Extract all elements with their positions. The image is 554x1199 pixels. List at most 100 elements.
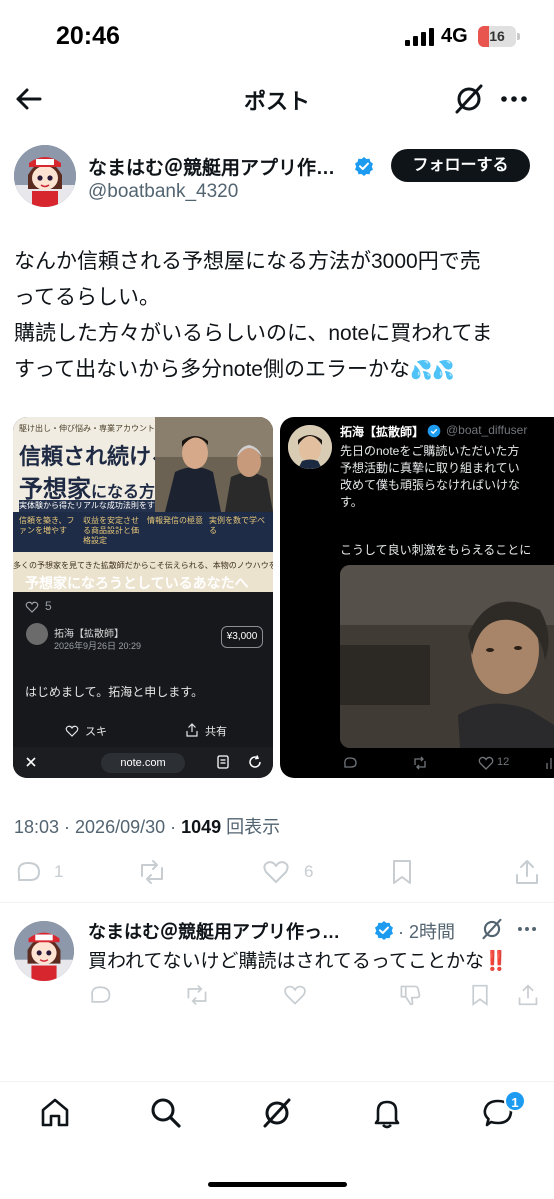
note-title: 予想家になろうとしているあなたへ: [25, 575, 249, 591]
grok-icon: [455, 84, 483, 114]
tweet-text-line: こうして良い刺激をもらえることに: [340, 543, 532, 557]
heart-icon: [284, 985, 306, 1005]
reply-button[interactable]: 1: [14, 858, 64, 888]
post-line: 購読した方々がいるらしいのに、noteに買われてま: [14, 322, 493, 345]
divider: [0, 902, 554, 903]
bell-icon: [374, 1100, 400, 1129]
grok-icon[interactable]: [480, 917, 504, 941]
dislike-button[interactable]: [398, 983, 424, 1013]
share-icon: [518, 984, 538, 1006]
tab-notifications[interactable]: [370, 1096, 404, 1130]
post-line: ってるらしい。: [14, 286, 160, 309]
reply-icon: [91, 986, 111, 1003]
bookmark-button[interactable]: [389, 858, 417, 888]
tab-bar: 1: [0, 1090, 554, 1138]
reload-icon: [249, 755, 261, 768]
strip-cell: 信頼を築き、ファンを増やす: [19, 516, 75, 535]
share-label: 共有: [205, 726, 227, 738]
post-text: なんか信頼される予想屋になる方法が3000円で売 ってるらしい。 購読した方々が…: [14, 244, 544, 388]
more-button[interactable]: [497, 82, 531, 116]
views-label: 回表示: [221, 817, 281, 837]
post-line: すって出ないから多分note側のエラーかな💦💦: [14, 352, 544, 388]
tweet-text-line: 予想活動に真摯に取り組まれてい: [340, 461, 520, 475]
author-handle[interactable]: @boatbank_4320: [88, 181, 238, 203]
tab-grok[interactable]: [260, 1096, 294, 1130]
like-count: 6: [304, 862, 314, 881]
tab-search[interactable]: [149, 1096, 183, 1130]
heart-icon: [25, 601, 39, 613]
search-icon: [151, 1098, 181, 1128]
note-date: 2026年9月26日 20:29: [54, 641, 142, 651]
share-icon: [186, 723, 198, 737]
views-icon: [546, 758, 552, 769]
author-name[interactable]: なまはむ＠競艇用アプリ作…: [88, 153, 335, 180]
heart-icon: [65, 725, 79, 737]
browser-bar: note.com: [13, 747, 273, 778]
home-icon: [41, 1098, 69, 1127]
thumbs-down-icon: [400, 985, 421, 1006]
messages-badge: 1: [504, 1090, 526, 1112]
banner-title-a: 予想家: [19, 474, 91, 503]
post-line-text: すって出ないから多分note側のエラーかな: [14, 358, 410, 381]
anime-avatar-icon: [14, 921, 74, 981]
avatar[interactable]: [14, 921, 74, 981]
reader-icon: [217, 755, 229, 769]
strip-cell: 実例を数で学べる: [209, 516, 265, 535]
verified-badge-icon: [427, 424, 441, 438]
tabbar-divider: [0, 1081, 554, 1082]
battery-level: 16: [489, 28, 505, 44]
heart-icon: [478, 756, 494, 770]
tweet-like-count: 12: [497, 756, 510, 768]
bookmark-button[interactable]: [469, 983, 493, 1013]
repost-button[interactable]: [184, 983, 212, 1013]
like-button[interactable]: [283, 983, 309, 1013]
reply-icon: [344, 757, 357, 768]
browser-url: note.com: [101, 753, 185, 773]
nav-header: ポスト: [0, 70, 554, 126]
avatar: [26, 623, 48, 645]
anime-avatar-icon: [14, 145, 76, 207]
tweet-text-line: す。: [340, 495, 363, 509]
note-banner: 駆け出し・伸び悩み・専業アカウントの方へ 信頼され続ける 予想家になる方法 実体…: [13, 417, 273, 592]
tweet-text-line: 先日のnoteをご購読いただいた方: [340, 444, 520, 458]
status-time: 20:46: [56, 22, 120, 50]
like-label: スキ: [85, 726, 107, 738]
note-actions: スキ 共有: [13, 715, 273, 747]
follow-button[interactable]: フォローする: [391, 149, 530, 182]
note-author: 拓海【拡散師】: [54, 629, 124, 640]
banner-title-line1: 信頼され続ける: [19, 444, 174, 470]
battery-icon: 16: [478, 26, 520, 47]
media-image-tweet[interactable]: 拓海【拡散師】 @boat_diffuser 先日のnoteをご購読いただいた方…: [280, 417, 554, 778]
post-time: 18:03 · 2026/09/30 ·: [14, 817, 182, 837]
post-line: なんか信頼される予想屋になる方法が3000円で売: [14, 250, 481, 273]
share-icon: [516, 860, 538, 884]
verified-badge-icon: [375, 921, 393, 940]
banner-photo: [155, 417, 273, 512]
tweet-action-row: 12: [340, 755, 554, 775]
reply-author-name[interactable]: なまはむ＠競艇用アプリ作っ…: [88, 918, 340, 944]
like-button[interactable]: 6: [262, 858, 322, 888]
post-timestamp: 18:03 · 2026/09/30 · 1049 回表示: [14, 813, 280, 839]
sweat-emoji: 💦💦: [409, 360, 455, 380]
repost-icon: [141, 860, 163, 884]
share-button[interactable]: [514, 858, 542, 888]
media-image-note[interactable]: 駆け出し・伸び悩み・専業アカウントの方へ 信頼され続ける 予想家になる方法 実体…: [13, 417, 273, 778]
repost-button[interactable]: [137, 858, 169, 888]
tab-home[interactable]: [38, 1096, 72, 1130]
grok-button[interactable]: [452, 82, 486, 116]
strip-cell: 収益を安定させる商品設計と価格設定: [83, 516, 139, 545]
grok-icon: [263, 1098, 291, 1128]
avatar[interactable]: [14, 145, 76, 207]
status-bar: 20:46 4G 16: [0, 0, 554, 70]
reply-button[interactable]: [88, 983, 114, 1013]
banner-footer-text: 多くの予想家を見てきた拡散師だからこそ伝えられる、本物のノウハウをあなたへ。: [13, 561, 273, 570]
avatar: [288, 425, 332, 469]
share-button[interactable]: [517, 983, 541, 1013]
more-icon[interactable]: [514, 917, 540, 941]
tweet-author-name: 拓海【拡散師】: [340, 425, 425, 439]
tweet-text-line: 改めて僕も頑張らなければいけな: [340, 478, 521, 492]
repost-icon: [187, 984, 207, 1006]
reply-count: 1: [54, 862, 64, 881]
repost-icon: [414, 756, 426, 770]
reply-text: 買われてないけど購読はされてるってことかな‼️: [88, 951, 508, 972]
